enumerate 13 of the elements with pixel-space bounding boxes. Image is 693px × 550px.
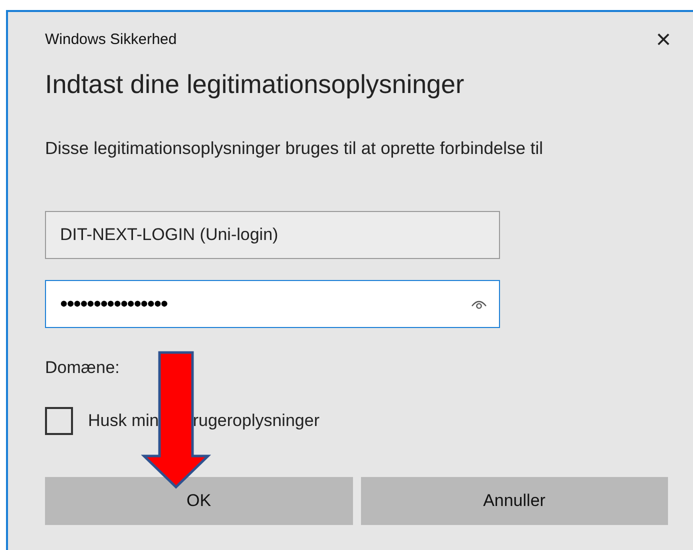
- checkbox-label: Husk min: [88, 411, 159, 431]
- dialog-heading: Indtast dine legitimationsoplysninger: [45, 69, 466, 100]
- username-field[interactable]: DIT-NEXT-LOGIN (Uni-login): [45, 211, 500, 259]
- description-text: Disse legitimationsoplysninger bruges til at oprette forbindelse til: [45, 138, 544, 159]
- ok-button[interactable]: OK: [45, 477, 352, 525]
- eye-icon[interactable]: [471, 298, 487, 310]
- cancel-button[interactable]: Annuller: [360, 477, 668, 525]
- checkbox-label: rugeroplysninger: [192, 411, 320, 431]
- close-button[interactable]: ×: [656, 26, 671, 52]
- password-field[interactable]: ••••••••••••••••: [45, 280, 500, 328]
- domain-label: Domæne:: [45, 358, 121, 378]
- checkbox[interactable]: [45, 407, 73, 435]
- window-title: Windows Sikkerhed: [45, 30, 177, 48]
